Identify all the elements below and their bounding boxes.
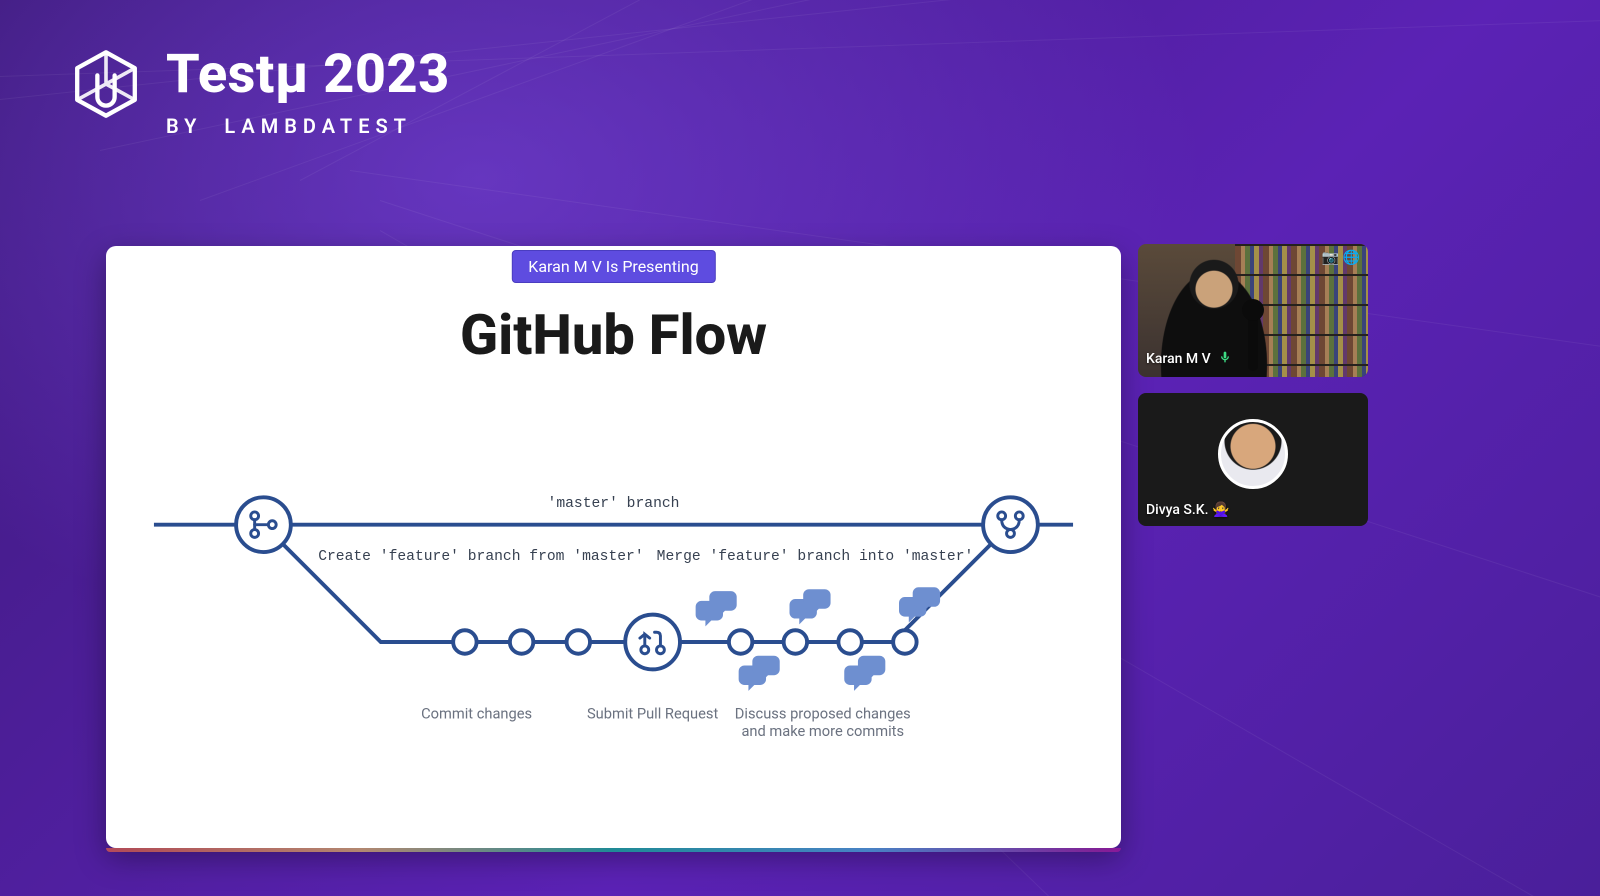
caption-submit-pr: Submit Pull Request [587,704,718,722]
master-branch-label: 'master' branch [548,496,680,512]
participant-name: Divya S.K. 🙅‍♀️ [1146,502,1229,518]
slide-title: GitHub Flow [106,302,1121,368]
caption-discuss-1: Discuss proposed changes [735,704,911,722]
tile-status-icons: 📷 🌐 [1322,250,1360,266]
event-subtitle: BY LAMBDATEST [166,114,450,138]
participant-tiles: 📷 🌐 Karan M V Divya S.K. 🙅‍♀️ [1138,244,1368,526]
participant-name: Karan M V [1146,351,1211,367]
merge-branch-label: Merge 'feature' branch into 'master' [657,549,974,565]
presenting-badge: Karan M V Is Presenting [511,250,715,283]
caption-commit: Commit changes [421,704,532,722]
caption-discuss-2: and make more commits [741,722,904,740]
video-tile-participant[interactable]: Divya S.K. 🙅‍♀️ [1138,393,1368,526]
avatar [1218,419,1288,489]
lambdatest-logo-icon [70,48,142,124]
create-branch-label: Create 'feature' branch from 'master' [318,549,643,565]
audio-active-icon [1217,349,1233,369]
conference-stage: Testμ 2023 BY LAMBDATEST Karan M V Is Pr… [0,0,1600,896]
video-tile-presenter[interactable]: 📷 🌐 Karan M V [1138,244,1368,377]
github-flow-diagram: 'master' branch Create 'feature' branch … [144,466,1083,818]
event-title: Testμ 2023 [166,48,450,102]
microphone-icon [1248,315,1258,371]
presentation-slide[interactable]: Karan M V Is Presenting GitHub Flow [106,246,1121,848]
event-brand: Testμ 2023 BY LAMBDATEST [70,48,450,138]
